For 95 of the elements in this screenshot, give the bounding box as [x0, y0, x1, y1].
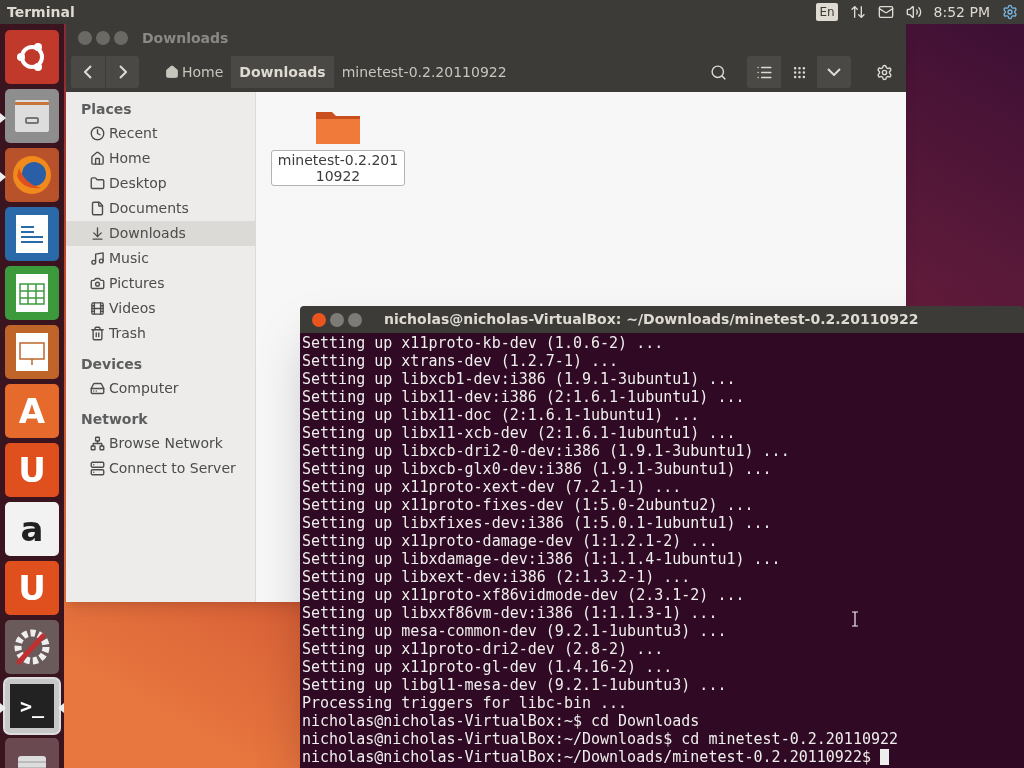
- network-icon[interactable]: [849, 4, 866, 20]
- i-beam-cursor-icon: [851, 611, 859, 627]
- film-icon: [90, 301, 105, 316]
- terminal-line: Setting up x11proto-xext-dev (7.2.1-1) ...: [302, 478, 682, 496]
- document-icon: [14, 331, 50, 373]
- terminal-line: Setting up libgl1-mesa-dev (9.2.1-1ubuntu3) ...: [302, 676, 727, 694]
- sidebar-item[interactable]: Browse Network: [66, 431, 255, 456]
- launcher-button[interactable]: [5, 620, 59, 674]
- terminal-line: Setting up x11proto-damage-dev (1:1.2.1-2) ...: [302, 532, 718, 550]
- sidebar-item[interactable]: Home: [66, 146, 255, 171]
- back-button[interactable]: [71, 56, 105, 88]
- breadcrumb[interactable]: minetest-0.2.20110922: [333, 56, 515, 88]
- camera-icon: [90, 276, 105, 291]
- clock[interactable]: 8:52 PM: [933, 1, 990, 23]
- keyboard-indicator[interactable]: En: [816, 3, 838, 21]
- terminal-line: nicholas@nicholas-VirtualBox:~/Downloads$ cd minetest-0.2.20110922: [302, 730, 899, 748]
- document-icon: [14, 213, 50, 255]
- sidebar-item[interactable]: Videos: [66, 296, 255, 321]
- sidebar-item[interactable]: Pictures: [66, 271, 255, 296]
- list-view-button[interactable]: [747, 56, 781, 88]
- terminal-line: Setting up x11proto-kb-dev (1.0.6-2) ...: [302, 334, 664, 352]
- forward-button[interactable]: [105, 56, 139, 88]
- terminal-line: Setting up libxext-dev:i386 (2:1.3.2-1) ...: [302, 568, 691, 586]
- launcher-button[interactable]: [5, 266, 59, 320]
- back-icon: [84, 65, 92, 79]
- terminal-line: Setting up libxfixes-dev:i386 (1:5.0.1-1ubuntu1) ...: [302, 514, 772, 532]
- search-icon: [709, 63, 727, 81]
- terminal-line: nicholas@nicholas-VirtualBox:~$ cd Downloads: [302, 712, 700, 730]
- sidebar-item[interactable]: Trash: [66, 321, 255, 346]
- terminal-line: Setting up libx11-doc (2:1.6.1-1ubuntu1) ...: [302, 406, 700, 424]
- grid-icon: [791, 64, 807, 80]
- sidebar-item[interactable]: Downloads: [66, 221, 255, 246]
- terminal-line: Setting up x11proto-gl-dev (1.4.16-2) ...: [302, 658, 673, 676]
- terminal-line: Setting up libxxf86vm-dev:i386 (1:1.1.3-1) ...: [302, 604, 718, 622]
- terminal-line: Setting up libxcb-dri2-0-dev:i386 (1.9.1-3ubuntu1) ...: [302, 442, 790, 460]
- file-name[interactable]: minetest-0.2.20110922: [271, 150, 405, 186]
- document-icon: [14, 272, 50, 314]
- launcher-button[interactable]: [5, 325, 59, 379]
- home-icon: [90, 151, 105, 166]
- server-icon: [90, 461, 105, 476]
- home-icon: [165, 65, 179, 79]
- breadcrumb[interactable]: Home: [157, 56, 232, 88]
- terminal-line: Setting up x11proto-xf86vidmode-dev (2.3.1-2) ...: [302, 586, 745, 604]
- download-icon: [90, 226, 105, 241]
- sidebar-heading: Network: [80, 409, 149, 429]
- launcher-button[interactable]: [5, 148, 59, 202]
- launcher-button[interactable]: [5, 30, 59, 84]
- music-icon: [90, 251, 105, 266]
- launcher-button[interactable]: U: [5, 443, 59, 497]
- view-options-button[interactable]: [817, 56, 851, 88]
- globe-icon: [11, 154, 53, 196]
- folder-icon: [90, 176, 105, 191]
- launcher-button[interactable]: >_: [5, 679, 59, 733]
- settings-icon[interactable]: [1002, 4, 1018, 20]
- terminal-line: Setting up xtrans-dev (1.2.7-1) ...: [302, 352, 619, 370]
- terminal-line: Setting up libxdamage-dev:i386 (1:1.1.4-1ubuntu1) ...: [302, 550, 781, 568]
- window-title: Downloads: [142, 28, 229, 48]
- volume-icon[interactable]: [905, 4, 922, 20]
- window-title: nicholas@nicholas-VirtualBox: ~/Downloads/minetest-0.2.20110922: [384, 310, 919, 329]
- app-title: Terminal: [7, 2, 75, 22]
- launcher-button[interactable]: a: [5, 502, 59, 556]
- settings-icon: [875, 63, 893, 81]
- document-icon: [90, 201, 105, 216]
- close-button[interactable]: [312, 312, 326, 327]
- sidebar-item[interactable]: Documents: [66, 196, 255, 221]
- drive-icon: [90, 381, 105, 396]
- network-icon: [90, 436, 105, 451]
- sidebar-item[interactable]: Connect to Server: [66, 456, 255, 481]
- terminal-line: Setting up libx11-xcb-dev (2:1.6.1-1ubuntu1) ...: [302, 424, 736, 442]
- terminal-line: Setting up mesa-common-dev (9.2.1-1ubuntu3) ...: [302, 622, 727, 640]
- breadcrumb[interactable]: Downloads: [231, 56, 334, 88]
- mail-icon[interactable]: [877, 4, 894, 20]
- launcher-button[interactable]: [5, 207, 59, 261]
- terminal-line: Setting up libxcb1-dev:i386 (1.9.1-3ubuntu1) ...: [302, 370, 736, 388]
- minimize-button[interactable]: [330, 312, 344, 327]
- terminal-line: Setting up x11proto-dri2-dev (2.8-2) ...: [302, 640, 664, 658]
- chevron-down-icon: [827, 68, 841, 76]
- terminal-line: Setting up x11proto-fixes-dev (1:5.0-2ubuntu2) ...: [302, 496, 754, 514]
- clock-icon: [90, 126, 105, 141]
- sidebar-heading: Places: [80, 99, 133, 119]
- sidebar-item[interactable]: Recent: [66, 121, 255, 146]
- sidebar-item[interactable]: Computer: [66, 376, 255, 401]
- launcher-button[interactable]: [5, 89, 59, 143]
- maximize-button[interactable]: [348, 312, 362, 327]
- terminal-line: Setting up libxcb-glx0-dev:i386 (1.9.1-3ubuntu1) ...: [302, 460, 772, 478]
- sidebar-heading: Devices: [80, 354, 144, 374]
- terminal-line: Processing triggers for libc-bin ...: [302, 694, 628, 712]
- forward-icon: [118, 65, 127, 79]
- trash-icon: [90, 326, 105, 341]
- terminal-line: nicholas@nicholas-VirtualBox:~/Downloads/minetest-0.2.20110922$: [302, 748, 872, 766]
- sidebar-item[interactable]: Music: [66, 246, 255, 271]
- sidebar-item[interactable]: Desktop: [66, 171, 255, 196]
- text-cursor: [879, 749, 889, 765]
- launcher-button[interactable]: U: [5, 561, 59, 615]
- terminal-line: Setting up libx11-dev:i386 (2:1.6.1-1ubuntu1) ...: [302, 388, 745, 406]
